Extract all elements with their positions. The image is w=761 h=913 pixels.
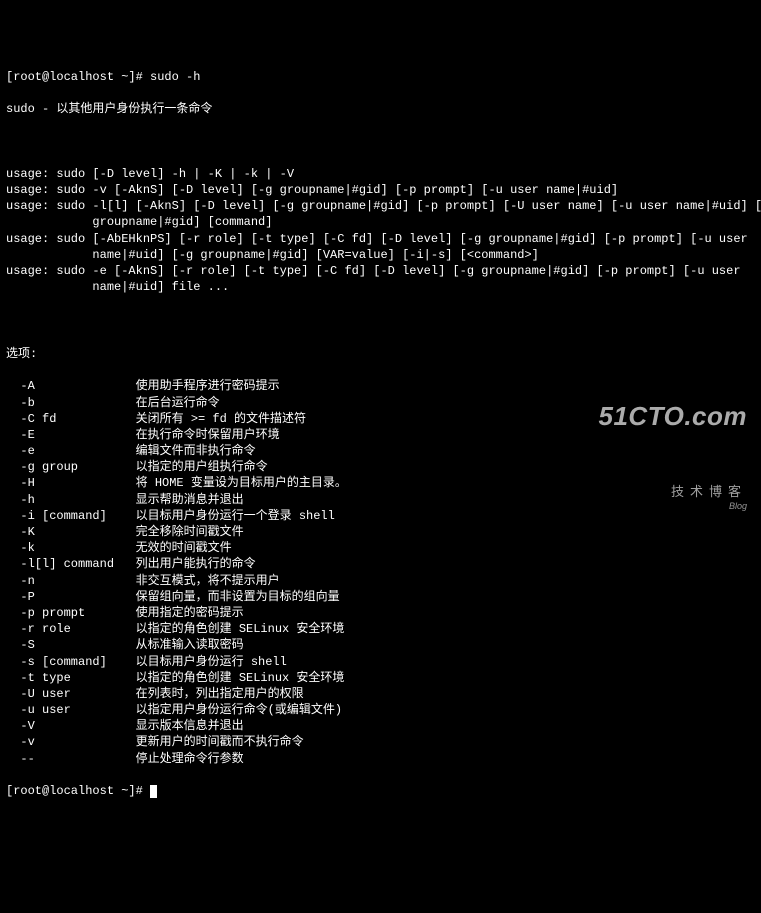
usage-line: usage: sudo [-AbEHknPS] [-r role] [-t ty… (6, 231, 755, 247)
option-desc: 使用指定的密码提示 (136, 606, 244, 620)
option-row: -H 将 HOME 变量设为目标用户的主目录。 (6, 475, 755, 491)
option-desc: 保留组向量，而非设置为目标的组向量 (136, 590, 340, 604)
option-row: -g group 以指定的用户组执行命令 (6, 459, 755, 475)
option-row: -t type 以指定的角色创建 SELinux 安全环境 (6, 670, 755, 686)
option-row: -p prompt 使用指定的密码提示 (6, 605, 755, 621)
usage-line: usage: sudo -v [-AknS] [-D level] [-g gr… (6, 182, 755, 198)
option-flag: -U user (6, 687, 136, 701)
option-row: -r role 以指定的角色创建 SELinux 安全环境 (6, 621, 755, 637)
option-flag: -S (6, 638, 136, 652)
option-desc: 使用助手程序进行密码提示 (136, 379, 280, 393)
option-row: -P 保留组向量，而非设置为目标的组向量 (6, 589, 755, 605)
option-desc: 以目标用户身份运行一个登录 shell (136, 509, 335, 523)
option-desc: 以目标用户身份运行 shell (136, 655, 287, 669)
option-flag: -E (6, 428, 136, 442)
blank-line (6, 134, 755, 150)
option-flag: -k (6, 541, 136, 555)
shell-prompt: [root@localhost ~]# (6, 784, 150, 798)
option-desc: 无效的时间戳文件 (136, 541, 232, 555)
option-desc: 更新用户的时间戳而不执行命令 (136, 735, 304, 749)
option-row: -U user 在列表时，列出指定用户的权限 (6, 686, 755, 702)
option-desc: 停止处理命令行参数 (136, 752, 244, 766)
usage-block: usage: sudo [-D level] -h | -K | -k | -V… (6, 166, 755, 296)
option-desc: 在执行命令时保留用户环境 (136, 428, 280, 442)
option-flag: -t type (6, 671, 136, 685)
option-flag: -i [command] (6, 509, 136, 523)
option-row: -A 使用助手程序进行密码提示 (6, 378, 755, 394)
prompt-line-1: [root@localhost ~]# sudo -h (6, 69, 755, 85)
option-flag: -- (6, 752, 136, 766)
option-row: -b 在后台运行命令 (6, 395, 755, 411)
option-flag: -K (6, 525, 136, 539)
sudo-description: sudo - 以其他用户身份执行一条命令 (6, 101, 755, 117)
option-flag: -p prompt (6, 606, 136, 620)
option-desc: 完全移除时间戳文件 (136, 525, 244, 539)
option-desc: 以指定的角色创建 SELinux 安全环境 (136, 671, 345, 685)
option-flag: -l[l] command (6, 557, 136, 571)
blank-line (6, 312, 755, 328)
options-header: 选项: (6, 346, 755, 362)
option-row: -S 从标准输入读取密码 (6, 637, 755, 653)
option-flag: -V (6, 719, 136, 733)
shell-prompt: [root@localhost ~]# (6, 70, 150, 84)
option-row: -h 显示帮助消息并退出 (6, 492, 755, 508)
option-row: -i [command] 以目标用户身份运行一个登录 shell (6, 508, 755, 524)
option-flag: -P (6, 590, 136, 604)
option-row: -C fd 关闭所有 >= fd 的文件描述符 (6, 411, 755, 427)
option-row: -l[l] command 列出用户能执行的命令 (6, 556, 755, 572)
usage-line: usage: sudo [-D level] -h | -K | -k | -V (6, 166, 755, 182)
option-desc: 从标准输入读取密码 (136, 638, 244, 652)
usage-line: usage: sudo -e [-AknS] [-r role] [-t typ… (6, 263, 755, 279)
option-row: -v 更新用户的时间戳而不执行命令 (6, 734, 755, 750)
prompt-line-2[interactable]: [root@localhost ~]# (6, 783, 755, 799)
option-flag: -h (6, 493, 136, 507)
option-row: -K 完全移除时间戳文件 (6, 524, 755, 540)
option-desc: 显示版本信息并退出 (136, 719, 244, 733)
option-desc: 列出用户能执行的命令 (136, 557, 256, 571)
usage-line: groupname|#gid] [command] (6, 214, 755, 230)
option-flag: -C fd (6, 412, 136, 426)
option-flag: -n (6, 574, 136, 588)
option-flag: -g group (6, 460, 136, 474)
option-flag: -u user (6, 703, 136, 717)
option-row: -s [command] 以目标用户身份运行 shell (6, 654, 755, 670)
option-desc: 显示帮助消息并退出 (136, 493, 244, 507)
option-flag: -b (6, 396, 136, 410)
option-row: -e 编辑文件而非执行命令 (6, 443, 755, 459)
cursor-icon (150, 785, 157, 798)
usage-line: usage: sudo -l[l] [-AknS] [-D level] [-g… (6, 198, 755, 214)
option-desc: 在后台运行命令 (136, 396, 220, 410)
option-desc: 编辑文件而非执行命令 (136, 444, 256, 458)
option-desc: 以指定的角色创建 SELinux 安全环境 (136, 622, 345, 636)
option-row: -k 无效的时间戳文件 (6, 540, 755, 556)
option-row: -E 在执行命令时保留用户环境 (6, 427, 755, 443)
option-desc: 以指定的用户组执行命令 (136, 460, 268, 474)
option-desc: 在列表时，列出指定用户的权限 (136, 687, 304, 701)
usage-line: name|#uid] file ... (6, 279, 755, 295)
command-entered: sudo -h (150, 70, 200, 84)
option-flag: -A (6, 379, 136, 393)
option-desc: 关闭所有 >= fd 的文件描述符 (136, 412, 306, 426)
option-flag: -H (6, 476, 136, 490)
option-flag: -s [command] (6, 655, 136, 669)
option-row: -- 停止处理命令行参数 (6, 751, 755, 767)
options-block: -A 使用助手程序进行密码提示 -b 在后台运行命令 -C fd 关闭所有 >=… (6, 378, 755, 767)
option-row: -n 非交互模式，将不提示用户 (6, 573, 755, 589)
usage-line: name|#uid] [-g groupname|#gid] [VAR=valu… (6, 247, 755, 263)
option-desc: 以指定用户身份运行命令(或编辑文件) (136, 703, 342, 717)
option-desc: 将 HOME 变量设为目标用户的主目录。 (136, 476, 347, 490)
option-flag: -e (6, 444, 136, 458)
option-row: -V 显示版本信息并退出 (6, 718, 755, 734)
option-flag: -v (6, 735, 136, 749)
option-row: -u user 以指定用户身份运行命令(或编辑文件) (6, 702, 755, 718)
option-desc: 非交互模式，将不提示用户 (136, 574, 280, 588)
option-flag: -r role (6, 622, 136, 636)
